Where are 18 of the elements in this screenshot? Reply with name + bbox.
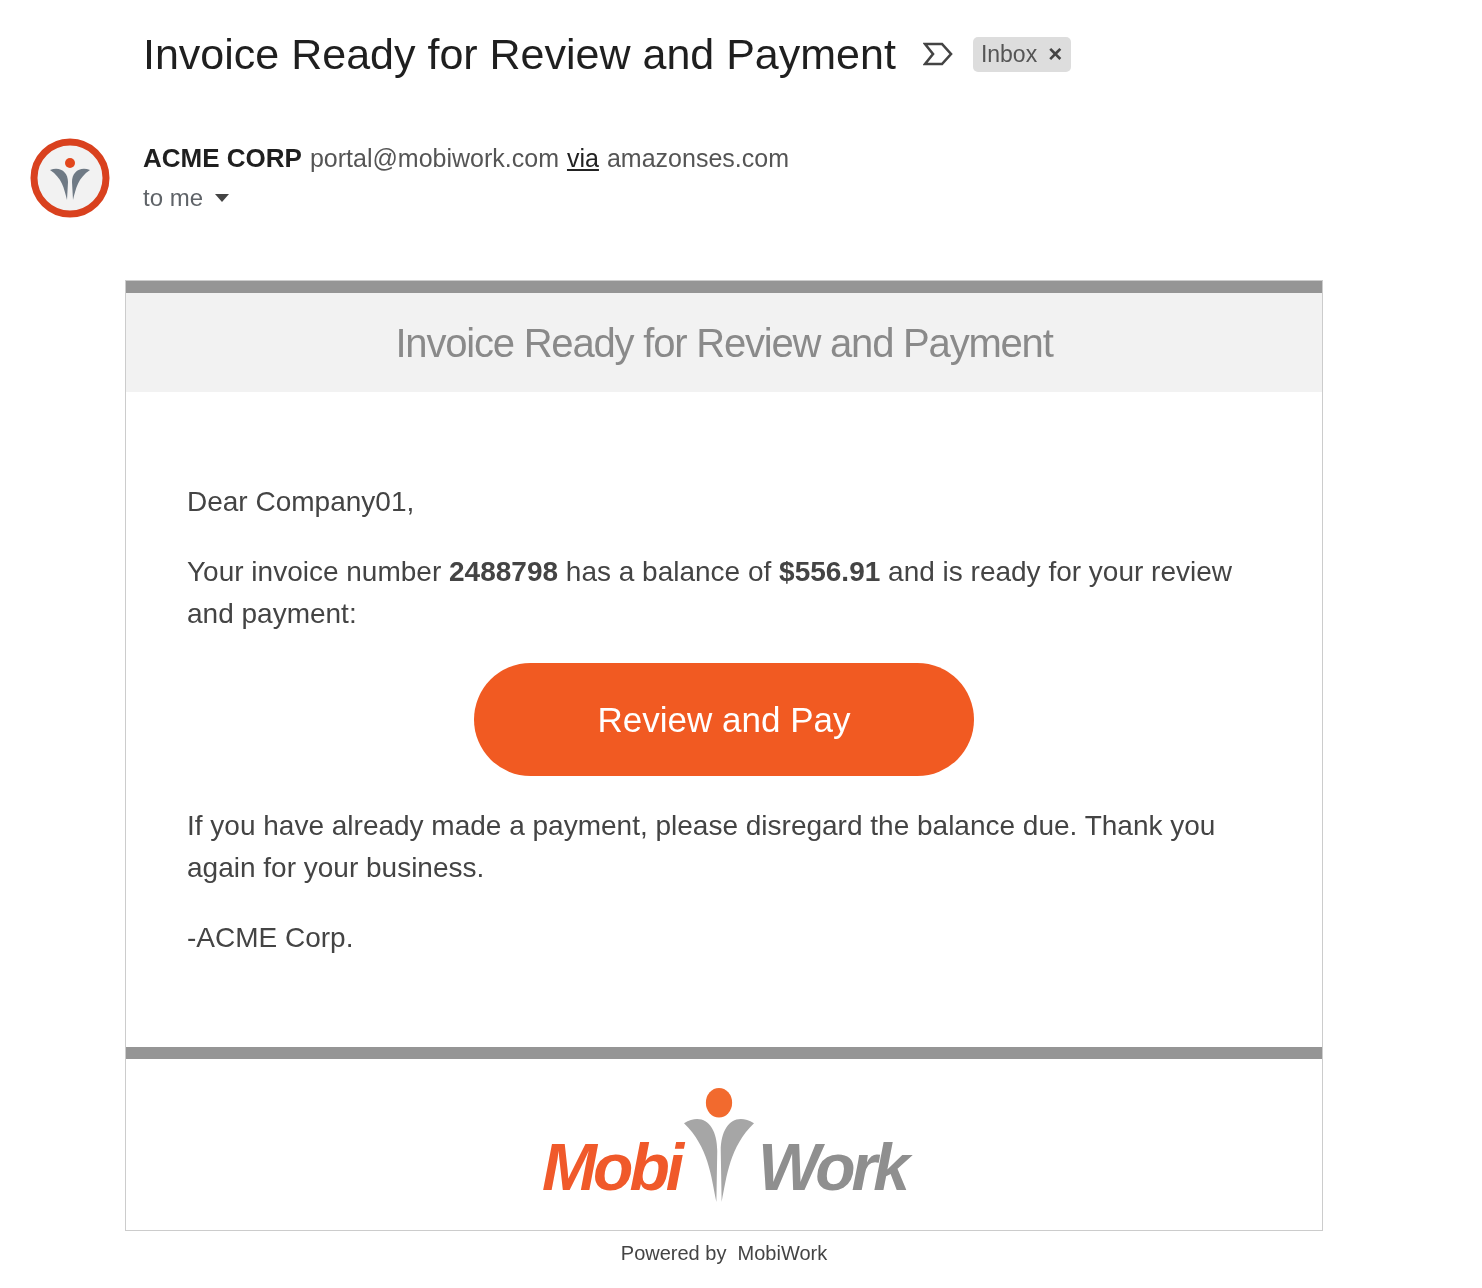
email-heading: Invoice Ready for Review and Payment [395,319,1053,367]
remove-label-button[interactable]: × [1048,42,1063,66]
invoice-paragraph: Your invoice number 2488798 has a balance of $556.91 and is ready for your review and payment: [187,555,1233,631]
sender-domain: amazonses.com [606,143,789,174]
powered-by-text: Powered by MobiWork [620,1241,828,1265]
label-text: Inbox [980,39,1038,69]
note-paragraph: If you have already made a payment, please disregard the balance due. Thank you again for your business. [187,809,1217,885]
recipient-dropdown[interactable]: to me [143,178,230,218]
greeting-text: Dear Company01, [187,485,416,519]
label-icon[interactable] [922,42,953,66]
caret-icon [215,194,230,202]
logo-text: Mobi [542,1131,681,1202]
sender-name: ACME CORP [143,142,302,175]
via-link[interactable]: via [566,138,599,178]
email-subject: Invoice Ready for Review and Payment [143,29,896,80]
avatar-icon [30,138,110,218]
signature-text: -ACME Corp. [187,921,355,955]
sender-email: portal@mobiwork.com [309,143,559,174]
